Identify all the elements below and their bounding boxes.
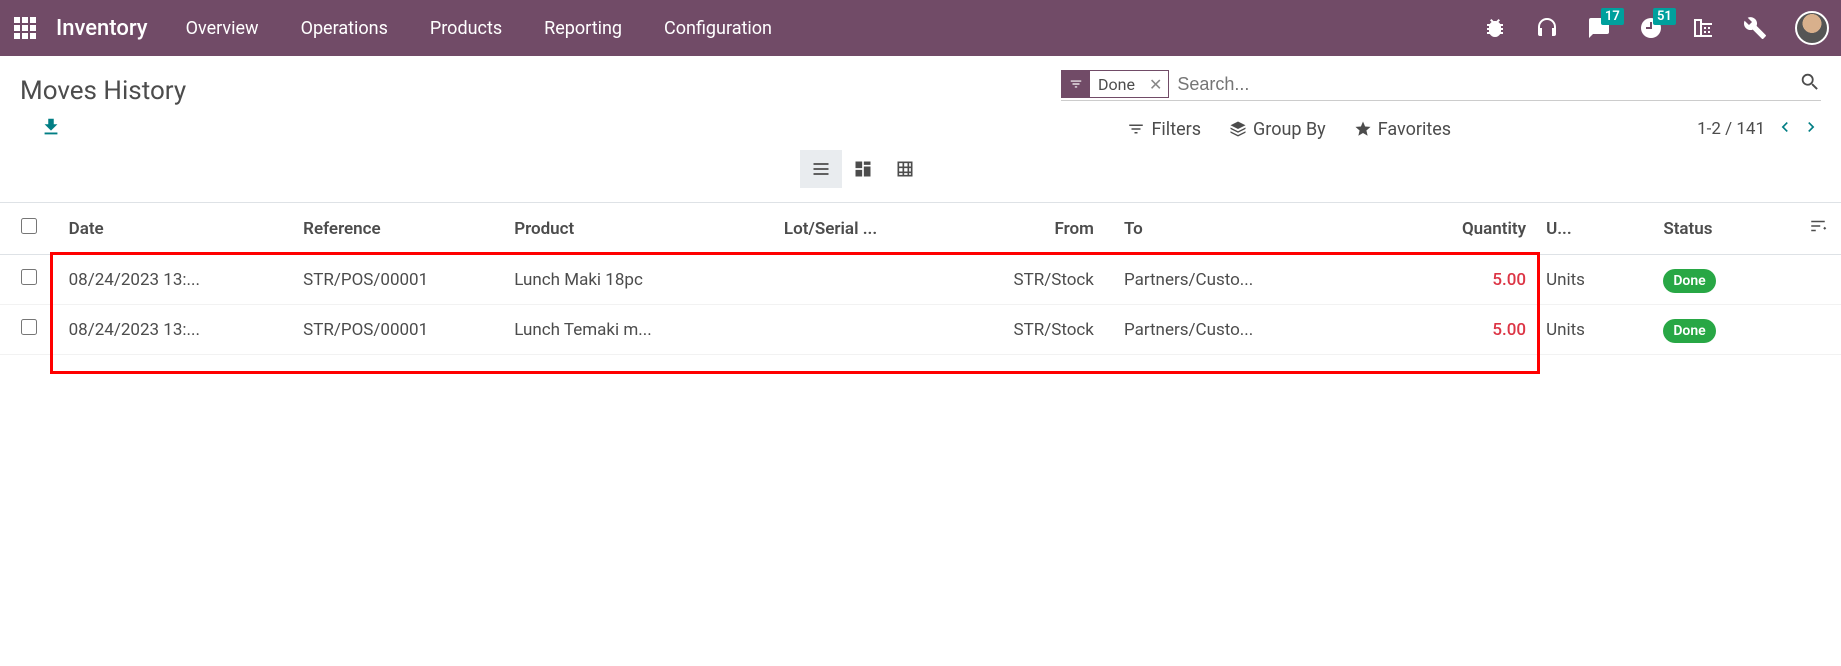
cell-product: Lunch Maki 18pc	[504, 255, 774, 305]
cell-quantity: 5.00	[1372, 255, 1536, 305]
pager-value[interactable]: 1-2 / 141	[1697, 119, 1765, 139]
messaging-badge: 17	[1601, 8, 1624, 25]
funnel-icon	[1062, 71, 1090, 97]
table-header-row: Date Reference Product Lot/Serial ... Fr…	[0, 203, 1841, 255]
menu-reporting[interactable]: Reporting	[544, 18, 622, 39]
cell-to: Partners/Custo...	[1114, 255, 1372, 305]
cell-lot	[774, 255, 973, 305]
row-checkbox[interactable]	[21, 319, 37, 335]
facet-remove-icon[interactable]: ✕	[1143, 75, 1168, 94]
cell-reference: STR/POS/00001	[293, 305, 504, 355]
menu-operations[interactable]: Operations	[301, 18, 388, 39]
control-panel: Moves History Done ✕	[0, 56, 1841, 110]
view-pivot-icon[interactable]	[884, 150, 926, 188]
messaging-icon[interactable]: 17	[1587, 16, 1611, 40]
top-navbar: Inventory Overview Operations Products R…	[0, 0, 1841, 56]
cell-from: STR/Stock	[973, 255, 1114, 305]
export-button[interactable]	[20, 116, 62, 142]
col-uom[interactable]: U...	[1536, 203, 1653, 255]
activities-badge: 51	[1653, 8, 1676, 25]
support-icon[interactable]	[1535, 16, 1559, 40]
col-status[interactable]: Status	[1653, 203, 1794, 255]
toolbar: Filters Group By Favorites 1-2 / 141	[0, 110, 1841, 150]
groupby-button[interactable]: Group By	[1229, 119, 1326, 140]
view-switcher-row	[0, 150, 1841, 194]
groupby-label: Group By	[1253, 119, 1326, 140]
apps-icon[interactable]	[12, 15, 38, 41]
table-row[interactable]: 08/24/2023 13:... STR/POS/00001 Lunch Te…	[0, 305, 1841, 355]
app-brand[interactable]: Inventory	[56, 16, 148, 41]
user-avatar[interactable]	[1795, 11, 1829, 45]
systray: 17 51	[1483, 11, 1829, 45]
table-row[interactable]: 08/24/2023 13:... STR/POS/00001 Lunch Ma…	[0, 255, 1841, 305]
cell-uom: Units	[1536, 255, 1653, 305]
page-title: Moves History	[20, 68, 186, 106]
col-to[interactable]: To	[1114, 203, 1372, 255]
filters-label: Filters	[1151, 119, 1201, 140]
company-icon[interactable]	[1691, 16, 1715, 40]
cell-from: STR/Stock	[973, 305, 1114, 355]
pager-prev-icon[interactable]	[1775, 117, 1795, 142]
cell-status: Done	[1653, 255, 1794, 305]
cell-to: Partners/Custo...	[1114, 305, 1372, 355]
main-menu: Overview Operations Products Reporting C…	[186, 18, 772, 39]
tools-icon[interactable]	[1743, 16, 1767, 40]
col-product[interactable]: Product	[504, 203, 774, 255]
debug-icon[interactable]	[1483, 16, 1507, 40]
cell-uom: Units	[1536, 305, 1653, 355]
cell-date: 08/24/2023 13:...	[59, 305, 294, 355]
favorites-label: Favorites	[1378, 119, 1451, 140]
facet-label: Done	[1090, 75, 1143, 94]
menu-configuration[interactable]: Configuration	[664, 18, 772, 39]
optional-columns-icon[interactable]	[1794, 203, 1841, 255]
search-icon[interactable]	[1799, 71, 1821, 97]
moves-table: Date Reference Product Lot/Serial ... Fr…	[0, 202, 1841, 355]
select-all-checkbox[interactable]	[21, 218, 37, 234]
view-list-icon[interactable]	[800, 150, 842, 188]
cell-status: Done	[1653, 305, 1794, 355]
status-badge: Done	[1663, 319, 1715, 343]
favorites-button[interactable]: Favorites	[1354, 119, 1451, 140]
col-quantity[interactable]: Quantity	[1372, 203, 1536, 255]
cell-date: 08/24/2023 13:...	[59, 255, 294, 305]
filter-facet-done[interactable]: Done ✕	[1061, 70, 1169, 98]
row-options	[1794, 305, 1841, 355]
row-options	[1794, 255, 1841, 305]
menu-products[interactable]: Products	[430, 18, 502, 39]
cell-reference: STR/POS/00001	[293, 255, 504, 305]
search-box[interactable]: Done ✕	[1061, 68, 1821, 101]
pager: 1-2 / 141	[1697, 117, 1821, 142]
filters-button[interactable]: Filters	[1127, 119, 1201, 140]
row-checkbox[interactable]	[21, 269, 37, 285]
pager-next-icon[interactable]	[1801, 117, 1821, 142]
view-kanban-icon[interactable]	[842, 150, 884, 188]
status-badge: Done	[1663, 269, 1715, 293]
view-switcher	[800, 150, 926, 188]
cell-product: Lunch Temaki m...	[504, 305, 774, 355]
search-input[interactable]	[1177, 74, 1799, 95]
cell-quantity: 5.00	[1372, 305, 1536, 355]
col-date[interactable]: Date	[59, 203, 294, 255]
menu-overview[interactable]: Overview	[186, 18, 259, 39]
cell-lot	[774, 305, 973, 355]
col-lot[interactable]: Lot/Serial ...	[774, 203, 973, 255]
col-reference[interactable]: Reference	[293, 203, 504, 255]
col-from[interactable]: From	[973, 203, 1114, 255]
activities-icon[interactable]: 51	[1639, 16, 1663, 40]
